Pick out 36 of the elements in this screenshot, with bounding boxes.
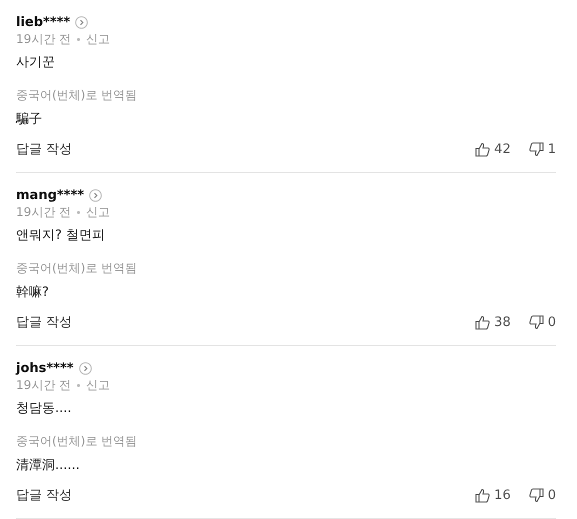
translation-label: 중국어(번체)로 번역됨 (16, 87, 138, 104)
thumbs-up-icon (475, 488, 490, 502)
username[interactable]: mang**** (16, 188, 84, 203)
timestamp: 19시간 전 (16, 376, 72, 394)
thumbs-up-icon (475, 142, 490, 156)
reply-link[interactable]: 답글 작성 (16, 486, 72, 504)
reply-link[interactable]: 답글 작성 (16, 140, 72, 158)
translated-text: 清潭洞...... (16, 457, 81, 474)
separator-dot (77, 38, 80, 40)
reply-link[interactable]: 답글 작성 (16, 313, 72, 331)
thumbs-down-icon (528, 488, 544, 502)
comment-text: 앤뭐지? 철면피 (16, 227, 106, 244)
dislike-button[interactable]: 0 (528, 314, 556, 330)
separator-dot (77, 210, 80, 214)
comment-text: 사기꾼 (16, 54, 56, 71)
chevron-right-icon[interactable] (78, 362, 92, 375)
separator-dot (77, 384, 80, 386)
dislike-button[interactable]: 1 (528, 142, 556, 156)
like-button[interactable]: 16 (475, 488, 511, 502)
translation-label: 중국어(번체)로 번역됨 (16, 260, 138, 277)
translation-label: 중국어(번체)로 번역됨 (16, 433, 138, 450)
dislike-button[interactable]: 0 (528, 488, 556, 502)
timestamp: 19시간 전 (16, 30, 72, 48)
comment-text: 청담동.... (16, 400, 73, 417)
translated-text: 騙子 (16, 111, 43, 128)
thumbs-down-icon (528, 142, 544, 156)
thumbs-down-icon (528, 314, 544, 330)
thumbs-up-icon (475, 314, 490, 330)
username[interactable]: lieb**** (16, 15, 70, 30)
timestamp: 19시간 전 (16, 204, 72, 220)
like-button[interactable]: 38 (475, 314, 511, 330)
translated-text: 幹嘛? (16, 284, 50, 301)
chevron-right-icon[interactable] (89, 189, 102, 202)
like-button[interactable]: 42 (475, 142, 511, 156)
username[interactable]: johs**** (16, 361, 74, 376)
chevron-right-icon[interactable] (75, 16, 88, 29)
